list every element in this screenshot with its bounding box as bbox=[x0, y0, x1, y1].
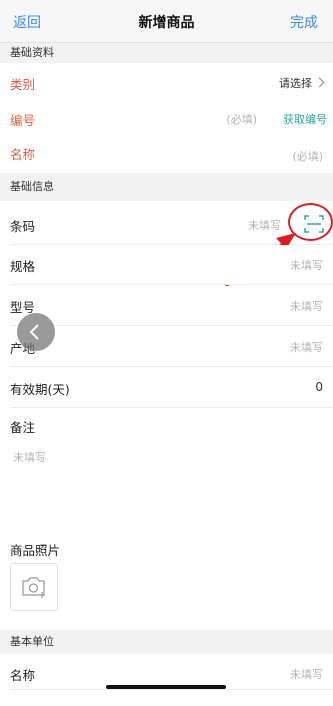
shelf-life-label: 有效期(天) bbox=[10, 382, 70, 397]
divider bbox=[10, 366, 333, 367]
origin-input[interactable]: 未填写 bbox=[290, 339, 323, 355]
name-label: 名称 bbox=[10, 147, 36, 162]
page-title: 新增商品 bbox=[138, 15, 195, 31]
section-base-unit: 基本单位 bbox=[0, 630, 333, 654]
home-indicator bbox=[106, 685, 226, 689]
camera-add-icon bbox=[22, 577, 45, 598]
unit-name-label: 名称 bbox=[10, 668, 36, 683]
done-button[interactable]: 完成 bbox=[290, 12, 318, 32]
divider bbox=[10, 284, 333, 285]
floating-back-button[interactable] bbox=[17, 313, 55, 351]
unit-name-input[interactable]: 未填写 bbox=[290, 666, 323, 682]
section-basic-data: 基础资料 bbox=[0, 43, 333, 63]
chevron-left-icon bbox=[29, 324, 39, 340]
category-value[interactable]: 请选择 bbox=[279, 75, 325, 91]
category-value-text: 请选择 bbox=[279, 77, 312, 90]
memo-label: 备注 bbox=[10, 420, 36, 435]
category-row[interactable]: 类别 请选择 bbox=[0, 63, 333, 103]
spec-input[interactable]: 未填写 bbox=[290, 257, 323, 273]
name-row[interactable]: 名称 (必填) bbox=[0, 133, 333, 173]
name-input[interactable]: (必填) bbox=[292, 148, 323, 164]
category-label: 类别 bbox=[10, 77, 36, 92]
barcode-label: 条码 bbox=[10, 219, 36, 234]
shelf-life-input[interactable]: 0 bbox=[315, 380, 323, 394]
model-input[interactable]: 未填写 bbox=[290, 298, 323, 314]
get-code-button[interactable]: 获取编号 bbox=[283, 111, 327, 127]
shelf-life-row[interactable]: 有效期(天) 0 bbox=[0, 368, 333, 408]
add-photo-button[interactable] bbox=[10, 563, 58, 611]
divider bbox=[10, 407, 333, 408]
divider bbox=[10, 689, 333, 690]
code-input[interactable]: (必填) bbox=[226, 111, 257, 127]
photo-label: 商品照片 bbox=[10, 543, 61, 558]
nav-bar: 返回 新增商品 完成 bbox=[0, 0, 333, 43]
section-basic-info: 基础信息 bbox=[0, 173, 333, 201]
code-label: 编号 bbox=[10, 113, 36, 128]
spec-label: 规格 bbox=[10, 259, 36, 274]
spec-row[interactable]: 规格 未填写 bbox=[0, 245, 333, 285]
divider bbox=[10, 325, 333, 326]
memo-textarea[interactable]: 未填写 bbox=[13, 449, 46, 465]
chevron-right-icon bbox=[314, 77, 325, 88]
